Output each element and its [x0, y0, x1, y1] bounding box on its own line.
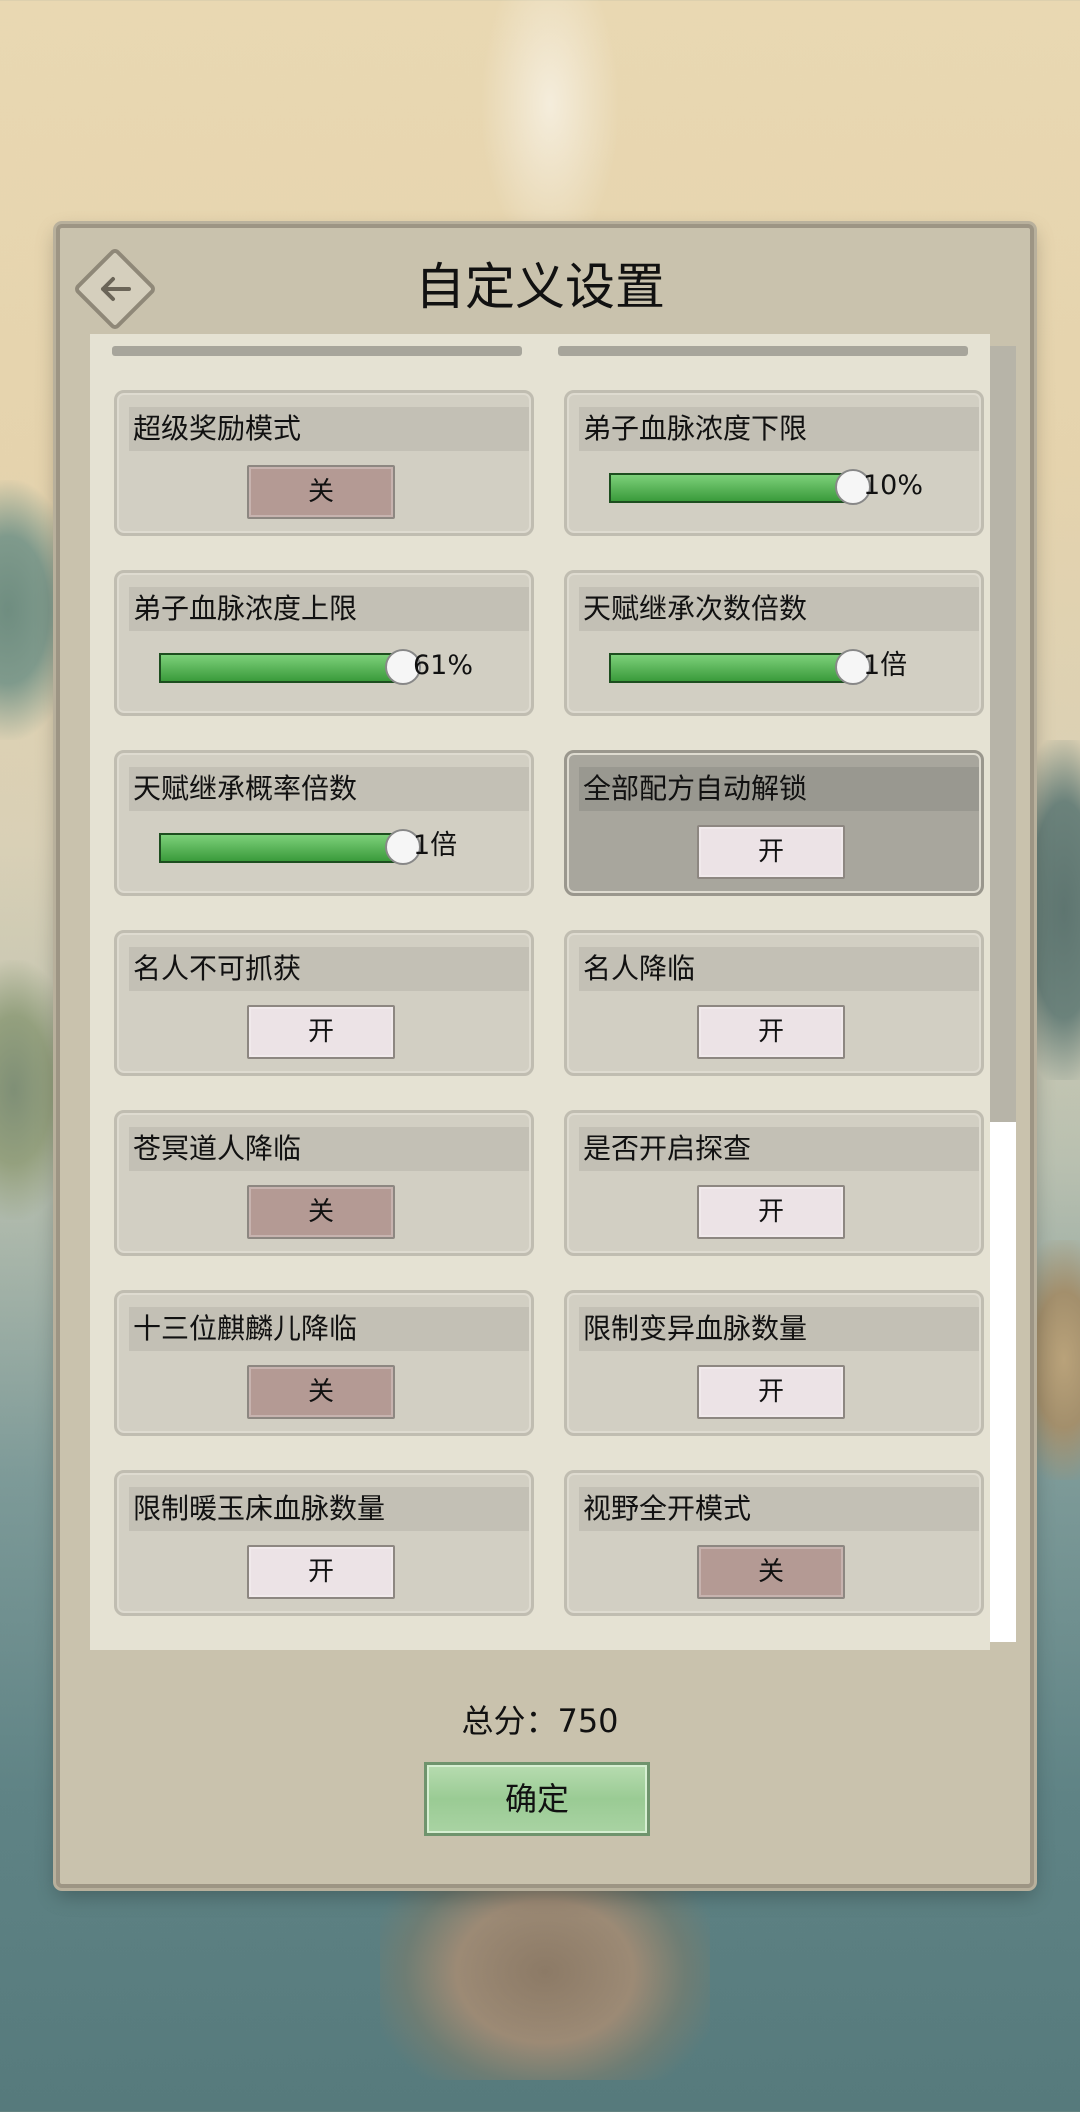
slider-fill — [611, 655, 851, 681]
setting-card: 视野全开模式关 — [564, 1470, 984, 1616]
toggle-button[interactable]: 关 — [247, 465, 395, 519]
row-divider — [558, 346, 968, 356]
row-divider — [112, 346, 522, 356]
slider-value: 1倍 — [413, 830, 458, 861]
setting-label: 天赋继承次数倍数 — [579, 587, 979, 631]
setting-card: 限制暖玉床血脉数量开 — [114, 1470, 534, 1616]
setting-label: 限制变异血脉数量 — [579, 1307, 979, 1351]
setting-card: 名人不可抓获开 — [114, 930, 534, 1076]
setting-card: 苍冥道人降临关 — [114, 1110, 534, 1256]
slider-value: 1倍 — [863, 650, 908, 681]
setting-slider[interactable] — [609, 469, 871, 505]
setting-slider[interactable] — [159, 649, 421, 685]
setting-label: 是否开启探查 — [579, 1127, 979, 1171]
confirm-button[interactable]: 确定 — [424, 1762, 650, 1836]
setting-slider[interactable] — [159, 829, 421, 865]
toggle-button[interactable]: 开 — [697, 1005, 845, 1059]
total-score: 总分：750 — [461, 1702, 619, 1740]
setting-card: 弟子血脉浓度上限 61% — [114, 570, 534, 716]
toggle-button[interactable]: 关 — [247, 1365, 395, 1419]
setting-label: 苍冥道人降临 — [129, 1127, 529, 1171]
background-mist — [480, 0, 620, 260]
toggle-button[interactable]: 开 — [697, 825, 845, 879]
setting-slider[interactable] — [609, 649, 871, 685]
scrollbar-thumb[interactable] — [990, 346, 1016, 1122]
setting-label: 弟子血脉浓度上限 — [129, 587, 529, 631]
slider-value: 10% — [863, 470, 924, 501]
setting-card: 是否开启探查开 — [564, 1110, 984, 1256]
setting-label: 超级奖励模式 — [129, 407, 529, 451]
slider-value: 61% — [413, 650, 474, 681]
setting-card: 十三位麒麟儿降临关 — [114, 1290, 534, 1436]
setting-label: 名人降临 — [579, 947, 979, 991]
setting-card: 天赋继承概率倍数 1倍 — [114, 750, 534, 896]
toggle-button[interactable]: 开 — [697, 1365, 845, 1419]
setting-card: 天赋继承次数倍数 1倍 — [564, 570, 984, 716]
setting-label: 天赋继承概率倍数 — [129, 767, 529, 811]
slider-fill — [161, 835, 401, 861]
slider-fill — [611, 475, 851, 501]
setting-label: 视野全开模式 — [579, 1487, 979, 1531]
setting-label: 限制暖玉床血脉数量 — [129, 1487, 529, 1531]
settings-list[interactable]: 超级奖励模式关弟子血脉浓度下限 10% 弟子血脉浓度上限 61% 天赋继承次数倍数 1倍天… — [90, 334, 990, 1650]
setting-label: 弟子血脉浓度下限 — [579, 407, 979, 451]
toggle-button[interactable]: 关 — [697, 1545, 845, 1599]
page-title: 自定义设置 — [415, 258, 665, 316]
setting-label: 名人不可抓获 — [129, 947, 529, 991]
toggle-button[interactable]: 开 — [697, 1185, 845, 1239]
setting-card: 名人降临开 — [564, 930, 984, 1076]
setting-card: 全部配方自动解锁开 — [564, 750, 984, 896]
toggle-button[interactable]: 开 — [247, 1005, 395, 1059]
setting-label: 全部配方自动解锁 — [579, 767, 979, 811]
setting-label: 十三位麒麟儿降临 — [129, 1307, 529, 1351]
toggle-button[interactable]: 开 — [247, 1545, 395, 1599]
toggle-button[interactable]: 关 — [247, 1185, 395, 1239]
setting-card: 限制变异血脉数量开 — [564, 1290, 984, 1436]
slider-fill — [161, 655, 401, 681]
setting-card: 弟子血脉浓度下限 10% — [564, 390, 984, 536]
setting-card: 超级奖励模式关 — [114, 390, 534, 536]
